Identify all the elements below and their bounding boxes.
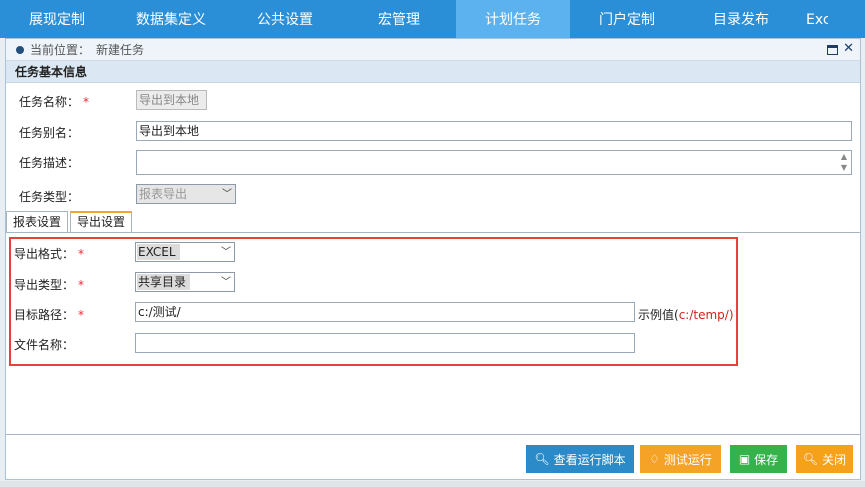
nav-item-display-custom[interactable]: 展现定制 [0,0,114,38]
view-script-button[interactable]: 🔍︎ 查看运行脚本 [526,445,634,473]
export-type-value: 共享目录 [137,274,191,290]
tab-export-settings[interactable]: 导出设置 [70,211,133,232]
task-name-input[interactable]: 导出到本地 [136,90,207,110]
export-settings-panel: 导出格式： * EXCEL ﹀ 导出类型： * 共享目录 ﹀ 目标路径： * c:/测… [6,232,860,435]
diamond-icon: ♢ [649,452,660,466]
required-mark: * [78,247,85,261]
close-icon[interactable]: ✕ [843,42,854,56]
bullet-icon [16,45,24,54]
chevron-down-icon: ﹀ [222,189,232,200]
path-example-value: c:/temp/ [678,308,729,322]
breadcrumb: 当前位置： 新建任务 [6,39,860,61]
breadcrumb-label: 当前位置： [30,43,91,57]
task-desc-textarea[interactable]: ▲ ▼ [136,150,852,175]
target-path-input[interactable]: c:/测试/ [135,302,635,322]
task-alias-input[interactable]: 导出到本地 [136,121,852,141]
task-desc-label: 任务描述： [19,156,80,170]
nav-item-excel[interactable]: Exc [798,0,828,38]
nav-item-scheduled-tasks[interactable]: 计划任务 [456,0,570,38]
search-icon: 🔍︎ [802,452,819,466]
nav-item-catalog-publish[interactable]: 目录发布 [684,0,798,38]
nav-item-macro-manage[interactable]: 宏管理 [342,0,456,38]
section-title: 任务基本信息 [6,61,860,83]
export-type-select[interactable]: 共享目录 ﹀ [135,272,235,292]
required-mark: * [78,308,85,322]
task-name-label: 任务名称： * [19,95,90,109]
task-type-value: 报表导出 [139,187,188,201]
task-type-label: 任务类型： [19,190,80,204]
tab-report-settings[interactable]: 报表设置 [6,211,69,232]
export-type-label: 导出类型： * [14,278,85,292]
breadcrumb-current: 新建任务 [96,43,145,57]
save-button[interactable]: ▣ 保存 [730,445,787,473]
export-format-value: EXCEL [137,244,180,260]
tab-strip: 报表设置 导出设置 [6,211,134,232]
save-icon: ▣ [738,452,751,466]
file-name-input[interactable] [135,333,635,353]
task-type-select[interactable]: 报表导出 ﹀ [136,184,236,204]
close-button[interactable]: 🔍︎ 关闭 [796,445,853,473]
file-name-label: 文件名称： [14,338,75,352]
chevron-down-icon: ﹀ [221,247,231,258]
bottom-strip [0,481,865,487]
task-window: 当前位置： 新建任务 ✕ 任务基本信息 任务名称： * 导出到本地 任务别名： 导… [5,38,861,480]
path-example-hint: 示例值(c:/temp/) [638,308,734,322]
nav-item-public-settings[interactable]: 公共设置 [228,0,342,38]
top-nav: 展现定制 数据集定义 公共设置 宏管理 计划任务 门户定制 目录发布 Exc [0,0,865,38]
chevron-down-icon: ﹀ [221,277,231,288]
maximize-icon[interactable] [827,45,838,55]
target-path-label: 目标路径： * [14,308,85,322]
required-mark: * [83,95,90,109]
scroll-down-icon[interactable]: ▼ [838,163,850,173]
scroll-up-icon[interactable]: ▲ [838,152,850,162]
task-alias-label: 任务别名： [19,126,80,140]
nav-item-portal-custom[interactable]: 门户定制 [570,0,684,38]
export-format-select[interactable]: EXCEL ﹀ [135,242,235,262]
nav-item-dataset-define[interactable]: 数据集定义 [114,0,228,38]
export-format-label: 导出格式： * [14,247,85,261]
search-icon: 🔍︎ [534,452,550,466]
required-mark: * [78,278,85,292]
test-run-button[interactable]: ♢ 测试运行 [640,445,721,473]
